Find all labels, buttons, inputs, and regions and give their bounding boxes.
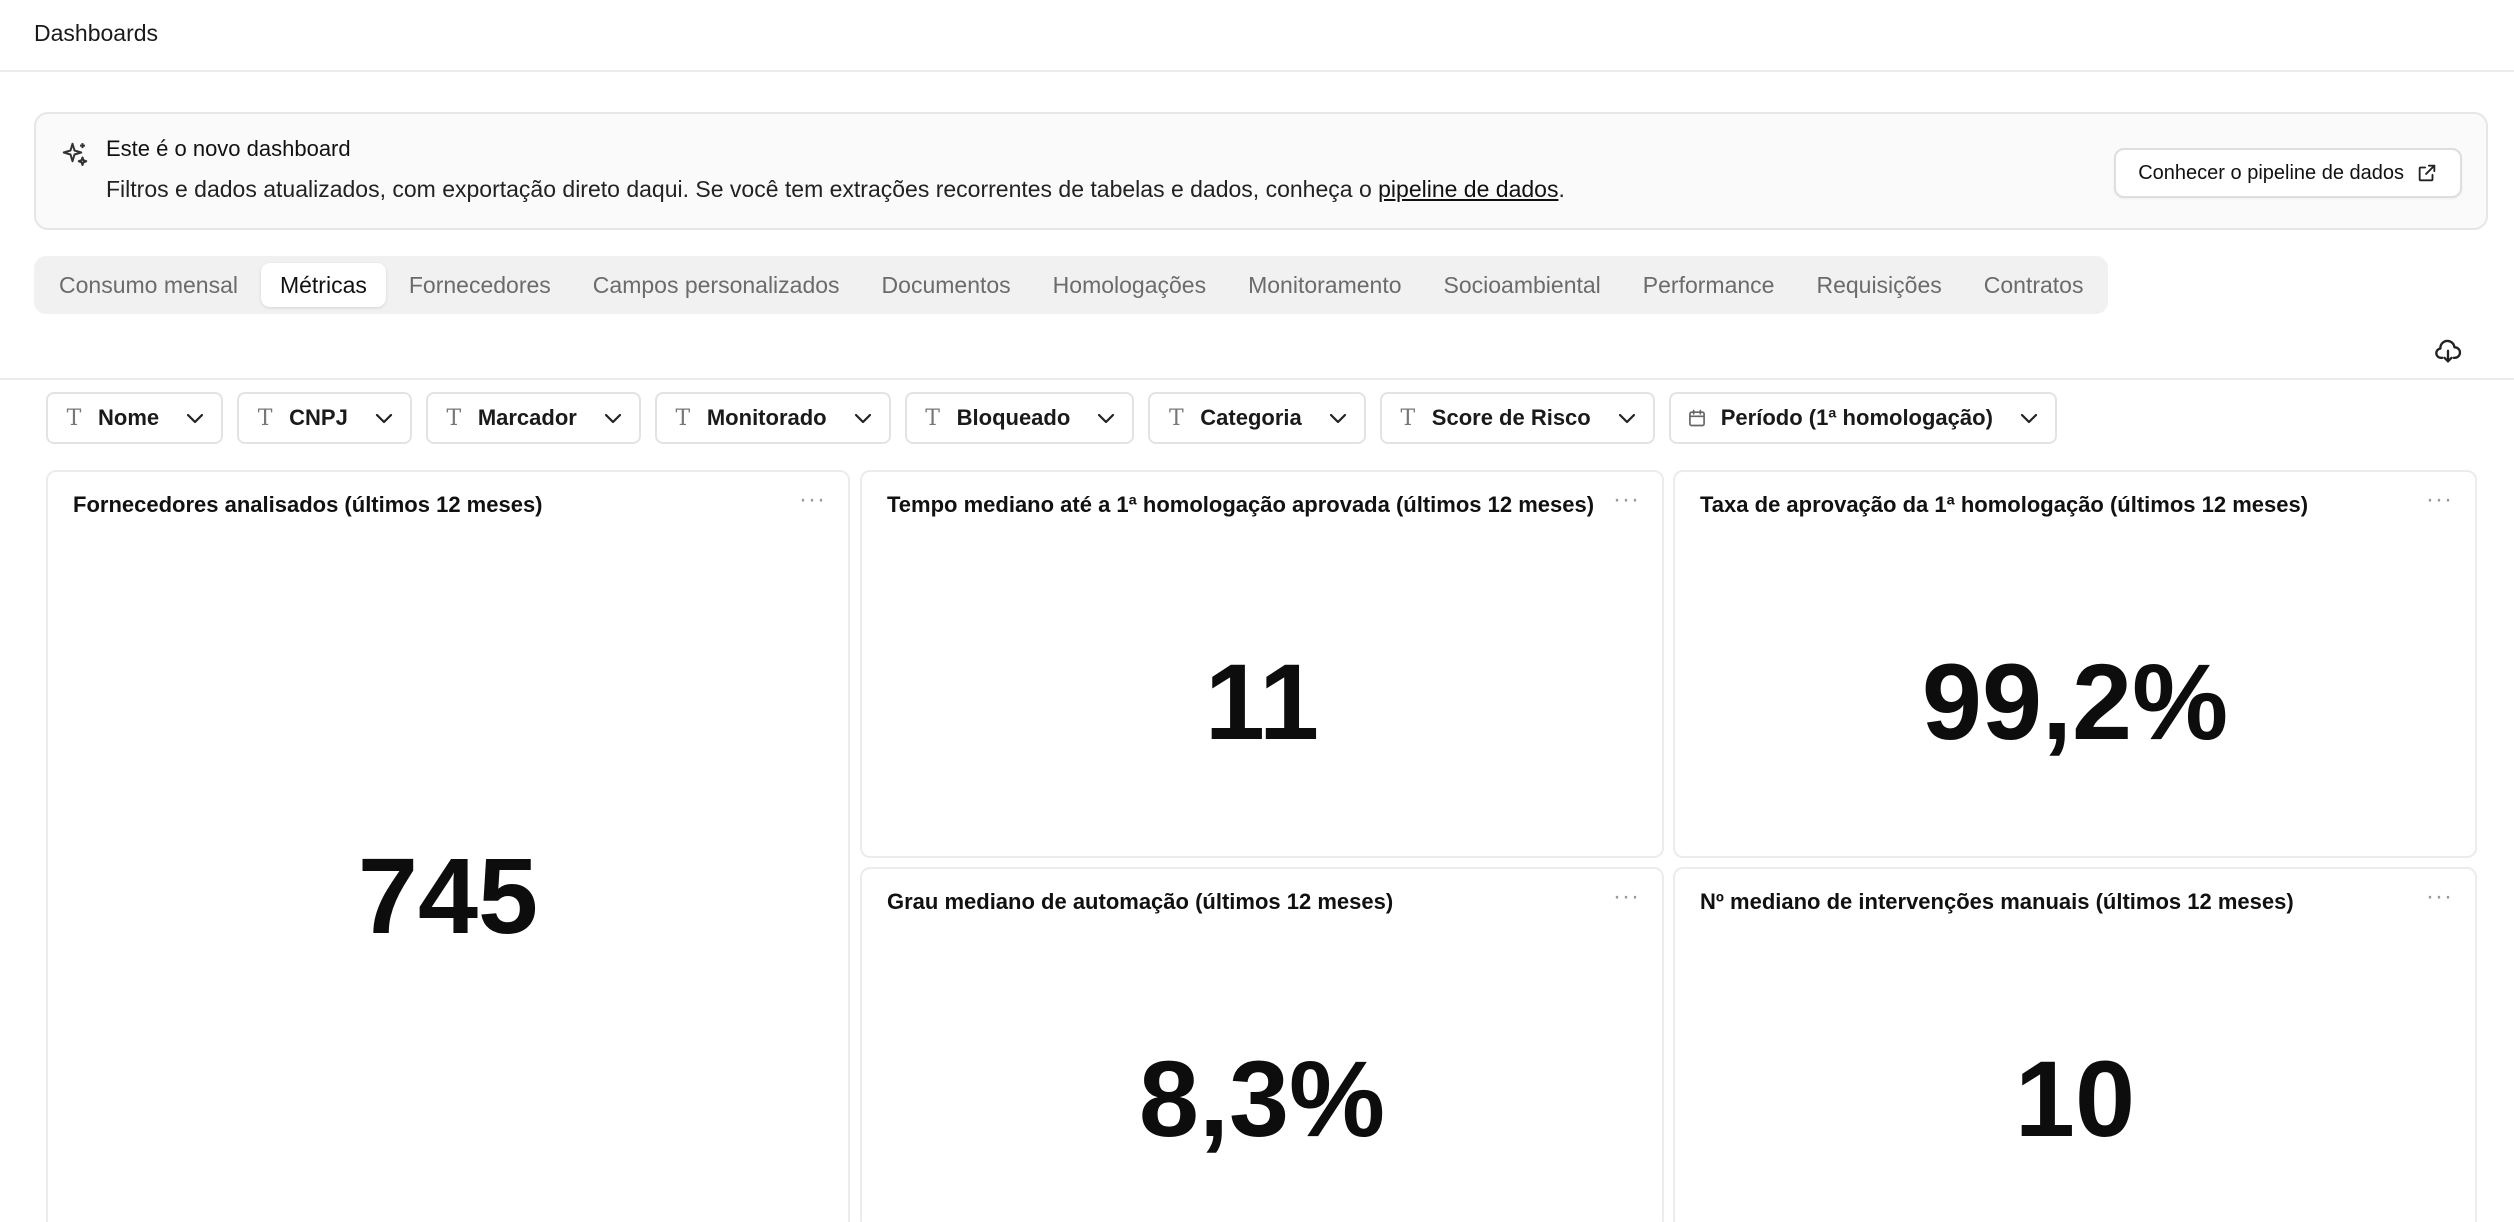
dashboard-tabs: Consumo mensal Métricas Fornecedores Cam…: [34, 256, 2109, 314]
banner-title: Este é o novo dashboard: [106, 136, 351, 161]
metric-value: 11: [1204, 641, 1320, 762]
chevron-down-icon: [1618, 413, 1635, 424]
metric-value: 10: [2014, 1038, 2136, 1159]
card-title: Tempo mediano até a 1ª homologação aprov…: [887, 492, 1595, 517]
filter-label: Categoria: [1200, 405, 1302, 430]
card-title: Nº mediano de intervenções manuais (últi…: [1700, 889, 2294, 914]
filter-bar: T Nome T CNPJ T Marcador T Monitorado T …: [46, 392, 2057, 444]
page-title: Dashboards: [34, 20, 159, 46]
filter-label: Nome: [98, 405, 160, 430]
more-options-icon[interactable]: ···: [2426, 883, 2453, 911]
more-options-icon[interactable]: ···: [1613, 883, 1640, 911]
top-bar: Dashboards: [0, 0, 2514, 72]
more-options-icon[interactable]: ···: [2426, 486, 2453, 514]
tab-socioambiental[interactable]: Socioambiental: [1425, 263, 1620, 307]
banner-text: Filtros e dados atualizados, com exporta…: [106, 176, 1565, 203]
chevron-down-icon: [2020, 413, 2038, 424]
text-type-icon: T: [675, 405, 691, 431]
calendar-icon: [1688, 409, 1705, 427]
chevron-down-icon: [1098, 413, 1115, 424]
tab-campos-personalizados[interactable]: Campos personalizados: [574, 263, 859, 307]
text-type-icon: T: [925, 405, 940, 431]
card-title: Fornecedores analisados (últimos 12 mese…: [73, 492, 543, 517]
filter-periodo[interactable]: Período (1ª homologação): [1668, 392, 2057, 444]
cloud-download-icon[interactable]: [2434, 338, 2462, 366]
banner-text-before: Filtros e dados atualizados, com exporta…: [106, 176, 1379, 202]
chevron-down-icon: [1329, 413, 1346, 424]
pipeline-link[interactable]: pipeline de dados: [1378, 176, 1558, 202]
metric-card-intervencoes-manuais: Nº mediano de intervenções manuais (últi…: [1673, 867, 2477, 1222]
chevron-down-icon: [854, 413, 871, 424]
sparkles-icon: [62, 142, 88, 166]
card-title: Taxa de aprovação da 1ª homologação (últ…: [1700, 492, 2309, 517]
more-options-icon[interactable]: ···: [799, 486, 826, 514]
filter-label: Marcador: [477, 405, 577, 430]
metric-card-taxa-de-aprovacao: Taxa de aprovação da 1ª homologação (últ…: [1673, 470, 2477, 858]
metric-value: 745: [357, 835, 539, 956]
filter-monitorado[interactable]: T Monitorado: [654, 392, 891, 444]
filter-marcador[interactable]: T Marcador: [425, 392, 641, 444]
chevron-down-icon: [604, 413, 621, 424]
metric-value: 8,3%: [1138, 1038, 1386, 1159]
more-options-icon[interactable]: ···: [1613, 486, 1640, 514]
chevron-down-icon: [375, 413, 392, 424]
metric-card-grau-de-automacao: Grau mediano de automação (últimos 12 me…: [860, 867, 1664, 1222]
filter-score-de-risco[interactable]: T Score de Risco: [1379, 392, 1655, 444]
card-title: Grau mediano de automação (últimos 12 me…: [887, 889, 1394, 914]
text-type-icon: T: [446, 405, 462, 431]
filter-categoria[interactable]: T Categoria: [1148, 392, 1366, 444]
filter-label: CNPJ: [289, 405, 348, 430]
section-divider: [0, 378, 2514, 380]
metric-card-tempo-mediano: Tempo mediano até a 1ª homologação aprov…: [860, 470, 1664, 858]
chevron-down-icon: [187, 413, 204, 424]
filter-label: Período (1ª homologação): [1720, 405, 1993, 430]
metric-card-fornecedores-analisados: Fornecedores analisados (últimos 12 mese…: [46, 470, 850, 1222]
pipeline-cta-label: Conhecer o pipeline de dados: [2138, 161, 2404, 184]
new-dashboard-banner: Este é o novo dashboard Filtros e dados …: [34, 112, 2488, 230]
filter-cnpj[interactable]: T CNPJ: [237, 392, 412, 444]
tab-monitoramento[interactable]: Monitoramento: [1229, 263, 1420, 307]
tab-documentos[interactable]: Documentos: [863, 263, 1030, 307]
tab-consumo-mensal[interactable]: Consumo mensal: [40, 263, 257, 307]
filter-label: Monitorado: [706, 405, 827, 430]
filter-label: Bloqueado: [956, 405, 1071, 430]
filter-nome[interactable]: T Nome: [46, 392, 224, 444]
tab-requisicoes[interactable]: Requisições: [1797, 263, 1960, 307]
metric-value: 99,2%: [1921, 641, 2229, 762]
tab-homologacoes[interactable]: Homologações: [1034, 263, 1225, 307]
text-type-icon: T: [1400, 405, 1416, 431]
tab-performance[interactable]: Performance: [1624, 263, 1794, 307]
text-type-icon: T: [66, 405, 82, 431]
tab-fornecedores[interactable]: Fornecedores: [390, 263, 570, 307]
text-type-icon: T: [257, 405, 273, 431]
external-link-icon: [2418, 164, 2436, 182]
tab-contratos[interactable]: Contratos: [1965, 263, 2103, 307]
filter-bloqueado[interactable]: T Bloqueado: [904, 392, 1135, 444]
tab-metricas[interactable]: Métricas: [260, 263, 386, 307]
banner-text-after: .: [1558, 176, 1565, 202]
text-type-icon: T: [1168, 405, 1184, 431]
filter-label: Score de Risco: [1431, 405, 1591, 430]
pipeline-cta-button[interactable]: Conhecer o pipeline de dados: [2114, 148, 2462, 198]
